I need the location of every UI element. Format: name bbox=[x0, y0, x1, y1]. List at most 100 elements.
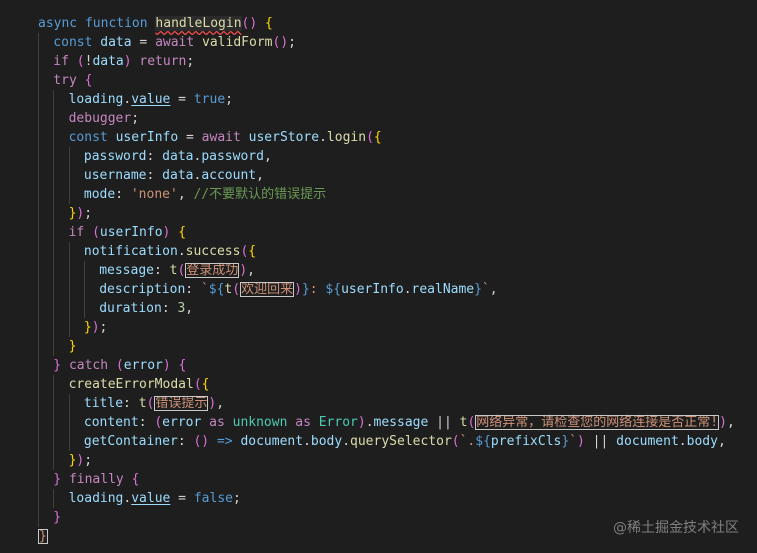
code-line[interactable]: createErrorModal({ bbox=[69, 375, 210, 394]
code-line[interactable]: duration: 3, bbox=[99, 299, 193, 318]
code-token: catch bbox=[68, 358, 116, 373]
code-token: const bbox=[53, 35, 101, 50]
code-token: , bbox=[717, 434, 726, 449]
code-token: account bbox=[201, 168, 257, 183]
code-token: realName bbox=[411, 282, 475, 297]
code-line[interactable]: notification.success({ bbox=[84, 242, 256, 261]
code-line[interactable]: if (!data) return; bbox=[53, 52, 194, 71]
indent-guide bbox=[68, 394, 70, 451]
code-line[interactable]: async function handleLogin() { bbox=[38, 14, 273, 33]
code-token: ` bbox=[569, 434, 578, 449]
code-token: : bbox=[309, 282, 326, 297]
code-token: as bbox=[209, 415, 233, 430]
code-line[interactable]: }); bbox=[84, 318, 107, 337]
code-line[interactable]: getContainer: () => document.body.queryS… bbox=[84, 432, 726, 451]
code-token: ) bbox=[357, 415, 366, 430]
code-token: = bbox=[170, 92, 194, 107]
indent-guide bbox=[53, 489, 55, 508]
code-token: || bbox=[584, 434, 617, 449]
code-token: } bbox=[53, 472, 62, 487]
code-token: 错误提示 bbox=[154, 396, 209, 411]
code-token: , bbox=[263, 149, 272, 164]
code-token: ; bbox=[84, 206, 93, 221]
code-token: : bbox=[115, 187, 131, 202]
code-token: || bbox=[428, 415, 460, 430]
code-token: data bbox=[162, 149, 194, 164]
code-line[interactable]: } bbox=[53, 508, 61, 527]
code-token: ( bbox=[451, 434, 460, 449]
code-token: document bbox=[616, 434, 679, 449]
code-token: ( bbox=[154, 415, 163, 430]
code-token: value bbox=[131, 92, 171, 107]
code-line[interactable]: } catch (error) { bbox=[53, 356, 186, 375]
code-line[interactable]: debugger; bbox=[69, 109, 139, 128]
code-editor[interactable]: async function handleLogin() {const data… bbox=[0, 0, 757, 553]
code-token: ` bbox=[481, 282, 490, 297]
code-token: title bbox=[83, 396, 124, 411]
code-token: = bbox=[178, 130, 202, 145]
code-line[interactable]: const userInfo = await userStore.login({ bbox=[69, 128, 382, 147]
code-token: error bbox=[123, 358, 163, 373]
code-token: success bbox=[185, 244, 241, 259]
code-token: ) bbox=[719, 415, 727, 430]
code-token: : bbox=[146, 168, 163, 183]
code-line[interactable]: }); bbox=[69, 451, 92, 470]
code-token: userInfo bbox=[115, 130, 179, 145]
code-line[interactable]: } bbox=[69, 337, 77, 356]
code-token: ; bbox=[84, 453, 93, 468]
code-line[interactable]: description: `${t(欢迎回来)}: ${userInfo.rea… bbox=[99, 280, 498, 299]
code-line[interactable]: loading.value = false; bbox=[69, 489, 241, 508]
code-token: , bbox=[185, 301, 194, 316]
code-token: : bbox=[146, 149, 163, 164]
code-line[interactable]: } bbox=[38, 527, 48, 546]
code-line[interactable]: loading.value = true; bbox=[69, 90, 233, 109]
code-line[interactable]: const data = await validForm(); bbox=[53, 33, 296, 52]
code-line[interactable]: username: data.account, bbox=[84, 166, 264, 185]
code-token: ) bbox=[294, 282, 302, 297]
code-token: { bbox=[178, 358, 187, 373]
code-line[interactable]: mode: 'none', //不要默认的错误提示 bbox=[84, 185, 326, 204]
code-line[interactable]: try { bbox=[53, 71, 92, 90]
code-token: async bbox=[38, 16, 85, 31]
code-token: //不要默认的错误提示 bbox=[193, 187, 327, 202]
code-token: ) bbox=[249, 16, 258, 31]
code-token: ${ bbox=[475, 434, 491, 449]
code-token: , bbox=[489, 282, 498, 297]
code-token: duration bbox=[99, 301, 162, 316]
code-line[interactable]: } finally { bbox=[53, 470, 139, 489]
code-token: { bbox=[84, 73, 93, 88]
code-line[interactable]: content: (error as unknown as Error).mes… bbox=[84, 413, 735, 432]
code-token: if bbox=[68, 225, 93, 240]
code-line[interactable]: }); bbox=[69, 204, 92, 223]
code-token: , bbox=[247, 263, 255, 278]
code-line[interactable]: password: data.password, bbox=[84, 147, 272, 166]
code-token: message bbox=[99, 263, 154, 278]
code-token: ; bbox=[99, 320, 108, 335]
code-token: : bbox=[161, 301, 178, 316]
code-token: { bbox=[373, 130, 382, 145]
code-token: , bbox=[726, 415, 735, 430]
code-token: , bbox=[256, 168, 264, 183]
code-line[interactable]: if (userInfo) { bbox=[69, 223, 186, 242]
code-token: ( bbox=[193, 377, 202, 392]
code-token: ${ bbox=[208, 282, 225, 297]
code-token: ; bbox=[131, 111, 140, 126]
code-token: ` bbox=[200, 282, 209, 297]
code-token: prefixCls bbox=[490, 434, 562, 449]
indent-guide bbox=[83, 261, 85, 318]
code-token: ; bbox=[186, 54, 195, 69]
code-token: handleLogin bbox=[155, 16, 242, 31]
code-token: : bbox=[123, 396, 139, 411]
code-token: await bbox=[155, 35, 203, 50]
indent-guide bbox=[68, 242, 70, 337]
code-line[interactable]: title: t(错误提示), bbox=[84, 394, 224, 413]
code-token: , bbox=[216, 396, 225, 411]
code-line[interactable]: message: t(登录成功), bbox=[99, 261, 255, 280]
code-token: ) bbox=[280, 35, 289, 50]
code-token: value bbox=[131, 491, 171, 506]
code-token: getContainer bbox=[83, 434, 178, 449]
